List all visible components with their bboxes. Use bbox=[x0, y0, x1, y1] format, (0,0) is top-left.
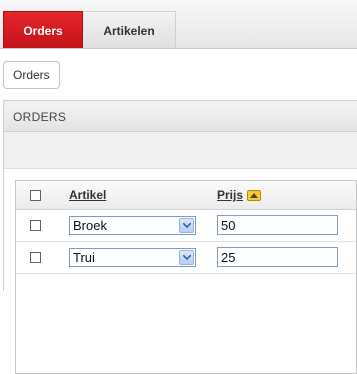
breadcrumb-orders[interactable]: Orders bbox=[3, 61, 60, 89]
prijs-input[interactable] bbox=[217, 215, 338, 235]
chevron-down-icon[interactable] bbox=[179, 250, 194, 265]
column-header-prijs[interactable]: Prijs bbox=[217, 188, 243, 202]
row-checkbox[interactable] bbox=[30, 220, 41, 231]
panel-title: ORDERS bbox=[13, 110, 67, 124]
table-row: Broek bbox=[16, 210, 356, 242]
artikel-select-value: Broek bbox=[73, 218, 107, 233]
sort-ascending-icon[interactable] bbox=[247, 190, 261, 201]
panel-toolbar bbox=[4, 132, 357, 169]
orders-grid: Artikel Prijs Broek Trui bbox=[15, 180, 357, 374]
grid-header-row: Artikel Prijs bbox=[16, 181, 356, 210]
table-row: Trui bbox=[16, 242, 356, 274]
tab-orders[interactable]: Orders bbox=[3, 11, 83, 48]
panel-header: ORDERS bbox=[4, 101, 357, 132]
select-all-checkbox[interactable] bbox=[30, 190, 41, 201]
artikel-select[interactable]: Broek bbox=[69, 216, 196, 235]
column-header-artikel[interactable]: Artikel bbox=[69, 188, 106, 202]
artikel-select[interactable]: Trui bbox=[69, 248, 196, 267]
tab-artikelen[interactable]: Artikelen bbox=[83, 11, 176, 48]
artikel-select-value: Trui bbox=[73, 250, 95, 265]
chevron-down-icon[interactable] bbox=[179, 218, 194, 233]
row-checkbox[interactable] bbox=[30, 252, 41, 263]
prijs-input[interactable] bbox=[217, 247, 338, 267]
top-navigation-bar: Orders Artikelen bbox=[0, 0, 357, 49]
orders-panel: ORDERS Artikel Prijs Broek Trui bbox=[3, 100, 357, 374]
